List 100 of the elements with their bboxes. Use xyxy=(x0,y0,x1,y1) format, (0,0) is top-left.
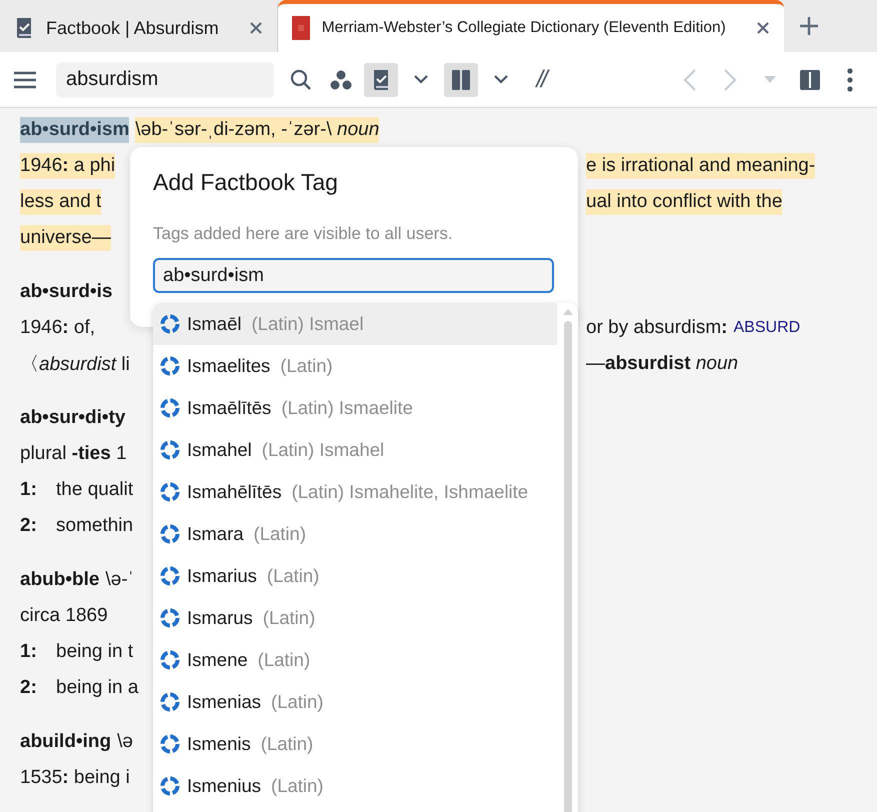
suggestion-name: Ismaelites xyxy=(187,355,270,377)
suggestion-detail: (Latin) Ismahelite, Ishmaelite xyxy=(292,481,528,503)
search-field[interactable]: absurdism xyxy=(56,62,274,98)
tab[interactable]: Merriam-Webster’s Collegiate Dictionary (Eleventh Edition) xyxy=(278,0,784,52)
entry-text: 〈absurdist li xyxy=(20,353,130,377)
headword: ab•surd•is xyxy=(20,281,112,303)
close-icon[interactable] xyxy=(756,21,770,35)
suggestion-item[interactable]: Ismene (Latin) xyxy=(153,639,557,681)
dialog-title: Add Factbook Tag xyxy=(153,169,339,196)
entry-text: 1535: being i xyxy=(20,767,130,789)
scrollbar-thumb[interactable] xyxy=(564,321,572,812)
entry-text: e is irrational and meaning- xyxy=(586,153,816,179)
entry-text: the qualit xyxy=(56,479,134,501)
suggestion-item[interactable]: Ismara (Latin) xyxy=(153,513,557,555)
columns-button[interactable] xyxy=(444,62,478,96)
headword: ab•surd•ism xyxy=(20,117,130,143)
suggestion-detail: (Latin) xyxy=(254,523,306,545)
more-vertical-icon xyxy=(847,68,853,92)
suggestion-item[interactable]: Ismaēlītēs (Latin) Ismaelite xyxy=(153,387,557,429)
suggestion-name: Ismenias xyxy=(187,691,262,713)
sense-number: 1: xyxy=(20,641,38,663)
book-icon xyxy=(292,16,310,40)
suggestion-item[interactable]: Ismahel (Latin) Ismahel xyxy=(153,429,557,471)
suggestion-name: Ismaēl xyxy=(187,313,242,335)
entry-text: \əb-ˈsər-ˌdi-zəm, -ˈzər-\ noun xyxy=(135,117,380,143)
suggestion-detail: (Latin) Ismahel xyxy=(262,439,384,461)
entry-text: universe— xyxy=(20,225,111,251)
ring-icon xyxy=(160,398,180,418)
headword: abuild•ing xyxy=(20,731,112,753)
suggestion-name: Ismaēlītēs xyxy=(187,397,272,419)
sense-number: 1: xyxy=(20,479,38,501)
ring-icon xyxy=(160,734,180,754)
book-check-icon xyxy=(371,68,391,90)
tab-title: Factbook | Absurdism xyxy=(46,18,219,38)
chevron-down-icon xyxy=(494,75,508,84)
search-icon xyxy=(290,68,312,90)
entry-text: less and t xyxy=(20,189,102,215)
ring-icon xyxy=(160,440,180,460)
factbook-button[interactable] xyxy=(364,62,398,96)
headword: abub•ble xyxy=(20,569,100,591)
cross-reference-link[interactable]: ABSURD xyxy=(734,319,800,337)
book-check-icon xyxy=(14,17,34,39)
suggestion-item[interactable]: Ismarius (Latin) xyxy=(153,555,557,597)
entry-text: somethin xyxy=(56,515,134,537)
suggestion-detail: (Latin) Ismael xyxy=(252,313,364,335)
entry-text: 1946: a phi xyxy=(20,153,116,179)
menu-icon[interactable] xyxy=(14,70,36,88)
suggestion-detail: (Latin) xyxy=(271,775,324,797)
suggestion-item[interactable]: Ismarus (Latin) xyxy=(153,597,557,639)
ring-icon xyxy=(160,776,180,796)
suggestion-item[interactable]: Ismaelites (Latin) xyxy=(153,345,557,387)
suggestion-name: Ismenius xyxy=(187,775,262,797)
suggestion-name: Ismahēlītēs xyxy=(187,481,282,503)
entry-text: —absurdist noun xyxy=(586,353,738,375)
suggestion-item[interactable]: Ismenis (Latin) xyxy=(153,723,557,765)
entry-text: \ə xyxy=(117,731,133,753)
suggestion-name: Ismahel xyxy=(187,439,252,461)
suggestion-item[interactable]: Ismenius (Latin) xyxy=(153,765,557,807)
suggestion-item[interactable]: Ismahēlītēs (Latin) Ismahelite, Ishmaelite xyxy=(153,471,557,513)
caret-down-icon xyxy=(764,76,776,83)
panel-icon xyxy=(799,68,821,90)
dialog-hint: Tags added here are visible to all users. xyxy=(153,224,454,244)
suggestion-item[interactable]: Ismaēl (Latin) Ismael xyxy=(153,303,557,345)
ring-icon xyxy=(160,566,180,586)
chevron-down-icon xyxy=(414,75,428,84)
sense-number: 2: xyxy=(20,677,38,699)
suggestion-name: Ismenis xyxy=(187,733,251,755)
suggestion-item[interactable]: Ismenias (Latin) xyxy=(153,681,557,723)
entry-text: circa 1869 xyxy=(20,605,108,627)
entry-text: being in t xyxy=(56,641,134,663)
ring-icon xyxy=(160,356,180,376)
entry-text: plural -ties 1 xyxy=(20,443,127,465)
suggestion-detail: (Latin) xyxy=(280,355,333,377)
suggestion-name: Ismene xyxy=(187,649,248,671)
close-icon[interactable] xyxy=(248,21,263,35)
entry-text: 1946: of, xyxy=(20,317,96,339)
entry-text: or by absurdism: xyxy=(586,317,728,339)
suggestion-detail: (Latin) xyxy=(271,691,324,713)
tag-input-field[interactable]: ab•surd•ism xyxy=(153,258,554,293)
two-columns-icon xyxy=(451,68,471,90)
three-circles-icon xyxy=(330,70,352,90)
suggestion-name: Ismara xyxy=(187,523,244,545)
suggestion-name: Ismarus xyxy=(187,607,253,629)
suggestion-detail: (Latin) xyxy=(258,649,310,671)
ring-icon xyxy=(160,650,180,670)
slash-button[interactable]: // xyxy=(524,62,558,96)
ring-icon xyxy=(160,692,180,712)
entry-text: being in a xyxy=(56,677,138,699)
headword: ab•sur•di•ty xyxy=(20,407,126,429)
entry-text: \ə-ˈ xyxy=(106,569,134,591)
sense-number: 2: xyxy=(20,515,38,537)
suggestion-detail: (Latin) Ismaelite xyxy=(281,397,413,419)
suggestion-name: Ismarius xyxy=(187,565,257,587)
suggestion-detail: (Latin) xyxy=(266,565,320,587)
ring-icon xyxy=(160,482,180,502)
plus-icon[interactable] xyxy=(798,15,820,37)
ring-icon xyxy=(160,608,180,628)
entry-text: ual into conflict with the xyxy=(586,189,782,215)
suggestion-detail: (Latin) xyxy=(262,607,316,629)
suggestion-detail: (Latin) xyxy=(260,733,314,755)
